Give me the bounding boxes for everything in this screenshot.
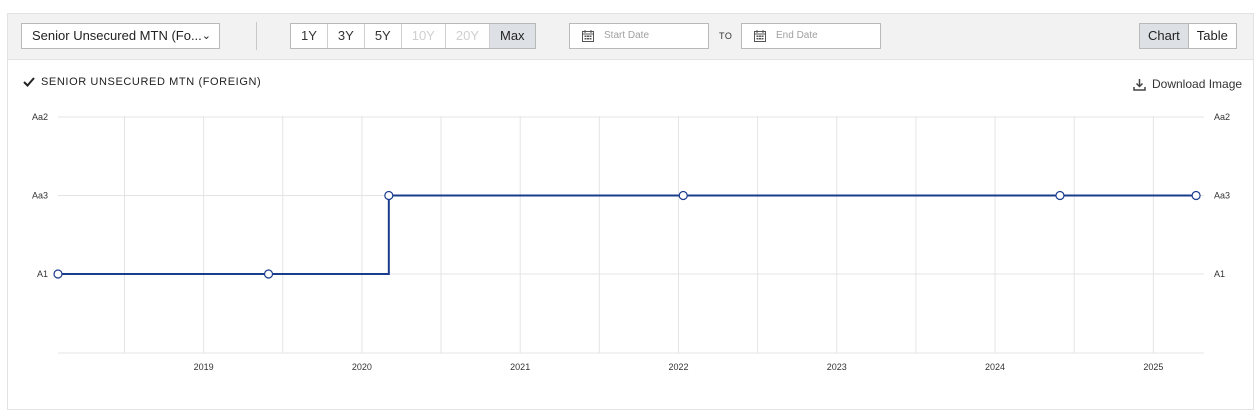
x-tick-label: 2024 bbox=[985, 362, 1005, 372]
data-point bbox=[53, 269, 63, 279]
x-tick-label: 2020 bbox=[352, 362, 372, 372]
x-tick-label: 2019 bbox=[194, 362, 214, 372]
x-tick-label: 2025 bbox=[1143, 362, 1163, 372]
series-line bbox=[58, 194, 1197, 275]
y-tick-label-left: A1 bbox=[37, 269, 48, 279]
data-point bbox=[678, 190, 688, 201]
y-tick-label-right: A1 bbox=[1214, 269, 1225, 279]
y-tick-label-right: Aa3 bbox=[1214, 191, 1230, 201]
y-tick-label-left: Aa2 bbox=[32, 112, 48, 122]
x-tick-label: 2023 bbox=[827, 362, 847, 372]
data-point bbox=[1055, 190, 1065, 201]
data-point bbox=[1191, 190, 1201, 201]
data-point bbox=[263, 269, 274, 279]
x-tick-label: 2021 bbox=[510, 362, 530, 372]
y-tick-label-left: Aa3 bbox=[32, 191, 48, 201]
data-point bbox=[384, 190, 394, 201]
y-tick-label-right: Aa2 bbox=[1214, 112, 1230, 122]
x-tick-label: 2022 bbox=[668, 362, 688, 372]
rating-history-chart: A1 A1 Aa3 Aa3 Aa2 Aa2 2019 2020 2021 2022 2023 2024… bbox=[32, 112, 1230, 372]
